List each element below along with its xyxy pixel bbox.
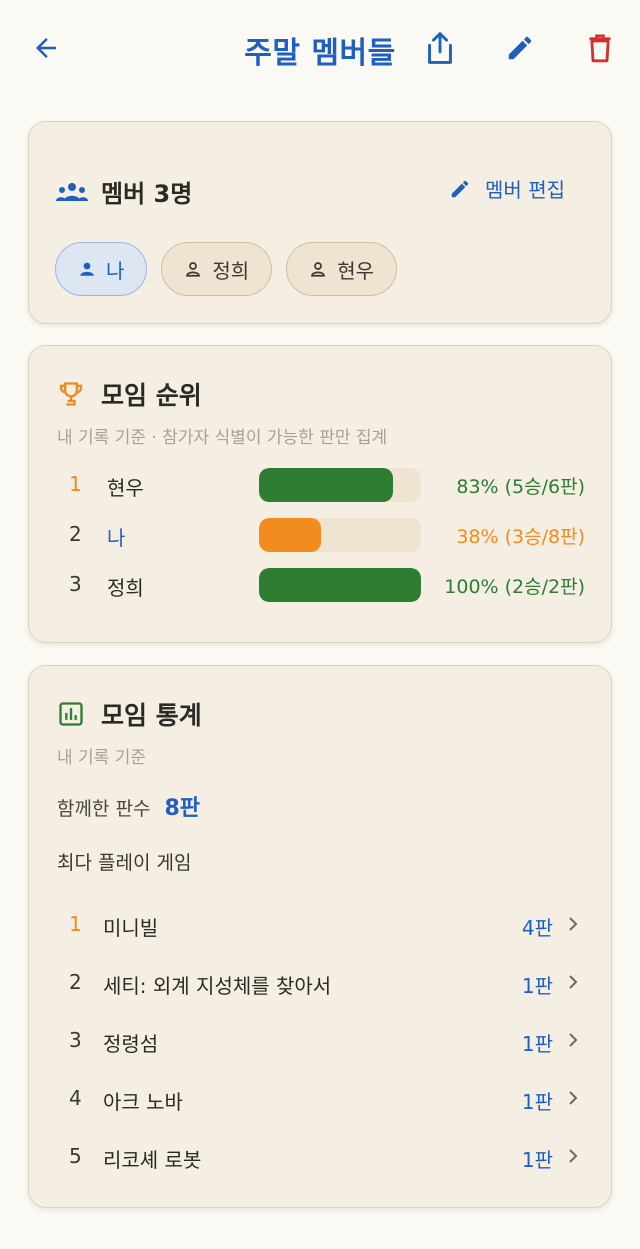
ranking-row: 1 현우 83% (5승/6판) <box>29 464 613 504</box>
chevron-right-icon <box>569 1149 578 1163</box>
win-rate-bar-fill <box>259 518 321 552</box>
chevron-right-icon <box>569 917 578 931</box>
games-together: 함께한 판수 8판 <box>57 790 200 822</box>
game-name: 세티: 외계 지성체를 찾아서 <box>103 974 332 998</box>
delete-button[interactable] <box>576 24 624 72</box>
pencil-icon <box>451 180 469 197</box>
members-header: 멤버 3명 <box>55 174 192 209</box>
win-rate-text: 38% (3승/8판) <box>456 526 585 548</box>
member-chip-jeonghui[interactable]: 정희 <box>161 242 273 296</box>
ranking-rank: 3 <box>69 572 82 596</box>
game-rank: 5 <box>69 1144 82 1168</box>
game-name: 아크 노바 <box>103 1090 183 1114</box>
member-chip-label: 현우 <box>337 258 375 283</box>
member-chip-me[interactable]: 나 <box>55 242 148 296</box>
game-rank: 2 <box>69 970 82 994</box>
top-app-bar: 주말 멤버들 <box>0 0 640 96</box>
ranking-subtitle: 내 기록 기준 · 참가자 식별이 가능한 판만 집계 <box>57 428 388 448</box>
edit-members-label: 멤버 편집 <box>485 178 565 202</box>
win-rate-bar-fill <box>259 468 393 502</box>
most-played-game-row[interactable]: 2 세티: 외계 지성체를 찾아서 1판 <box>29 952 613 1010</box>
members-count: 멤버 3명 <box>101 180 193 208</box>
chevron-right-icon <box>569 1091 578 1105</box>
most-played-game-row[interactable]: 3 정령섬 1판 <box>29 1010 613 1068</box>
ranking-member-name: 현우 <box>107 476 144 500</box>
game-rank: 3 <box>69 1028 82 1052</box>
trash-icon <box>589 34 611 63</box>
chevron-right-icon <box>569 1033 578 1047</box>
game-rank: 4 <box>69 1086 82 1110</box>
games-together-value: 8판 <box>164 796 201 821</box>
most-played-game-row[interactable]: 1 미니빌 4판 <box>29 894 613 952</box>
game-rank: 1 <box>69 912 82 936</box>
ranking-title: 모임 순위 <box>101 381 202 410</box>
win-rate-text: 83% (5승/6판) <box>456 476 585 498</box>
most-played-game-row[interactable]: 5 리코셰 로봇 1판 <box>29 1126 613 1184</box>
win-rate-text: 100% (2승/2판) <box>444 576 585 598</box>
person-icon <box>186 262 201 277</box>
share-button[interactable] <box>416 24 464 72</box>
game-play-count: 1판 <box>521 974 553 998</box>
share-icon <box>428 32 452 64</box>
stats-card: 모임 통계 내 기록 기준 함께한 판수 8판 최다 플레이 게임 1 미니빌 4판… <box>28 665 612 1208</box>
game-play-count: 1판 <box>521 1032 553 1056</box>
games-together-label: 함께한 판수 <box>57 798 151 820</box>
member-chips: 나 정희 현우 <box>55 242 398 296</box>
game-name: 미니빌 <box>103 916 159 940</box>
chevron-right-icon <box>569 975 578 989</box>
member-chip-label: 정희 <box>212 258 250 283</box>
trophy-icon <box>59 382 83 406</box>
member-chip-hyeonu[interactable]: 현우 <box>286 242 398 296</box>
group-icon <box>56 182 88 201</box>
win-rate-bar <box>259 568 421 602</box>
ranking-member-name: 정희 <box>107 576 144 600</box>
member-chip-label: 나 <box>106 258 125 283</box>
stats-title: 모임 통계 <box>101 701 202 730</box>
edit-members-button[interactable]: 멤버 편집 <box>449 174 565 203</box>
page-title: 주말 멤버들 <box>244 36 396 71</box>
game-name: 정령섬 <box>103 1032 159 1056</box>
stats-header: 모임 통계 <box>57 696 202 732</box>
ranking-rank: 1 <box>69 472 82 496</box>
ranking-rank: 2 <box>69 522 82 546</box>
members-card: 멤버 3명 멤버 편집 나 정희 현우 <box>28 121 612 324</box>
game-play-count: 4판 <box>521 916 553 940</box>
game-play-count: 1판 <box>521 1148 553 1172</box>
most-played-label: 최다 플레이 게임 <box>57 852 192 874</box>
pencil-icon <box>508 36 532 60</box>
win-rate-bar <box>259 518 421 552</box>
ranking-member-name: 나 <box>107 526 126 550</box>
ranking-card: 모임 순위 내 기록 기준 · 참가자 식별이 가능한 판만 집계 1 현우 83%… <box>28 345 612 643</box>
ranking-row: 3 정희 100% (2승/2판) <box>29 564 613 604</box>
person-icon <box>311 262 326 277</box>
win-rate-bar <box>259 468 421 502</box>
person-icon <box>80 262 94 276</box>
game-play-count: 1판 <box>521 1090 553 1114</box>
win-rate-bar-fill <box>259 568 421 602</box>
stats-subtitle: 내 기록 기준 <box>57 748 147 768</box>
bar-chart-icon <box>59 702 83 726</box>
most-played-game-row[interactable]: 4 아크 노바 1판 <box>29 1068 613 1126</box>
ranking-row: 2 나 38% (3승/8판) <box>29 514 613 554</box>
ranking-header: 모임 순위 <box>57 376 202 412</box>
edit-button[interactable] <box>496 24 544 72</box>
game-name: 리코셰 로봇 <box>103 1148 202 1172</box>
